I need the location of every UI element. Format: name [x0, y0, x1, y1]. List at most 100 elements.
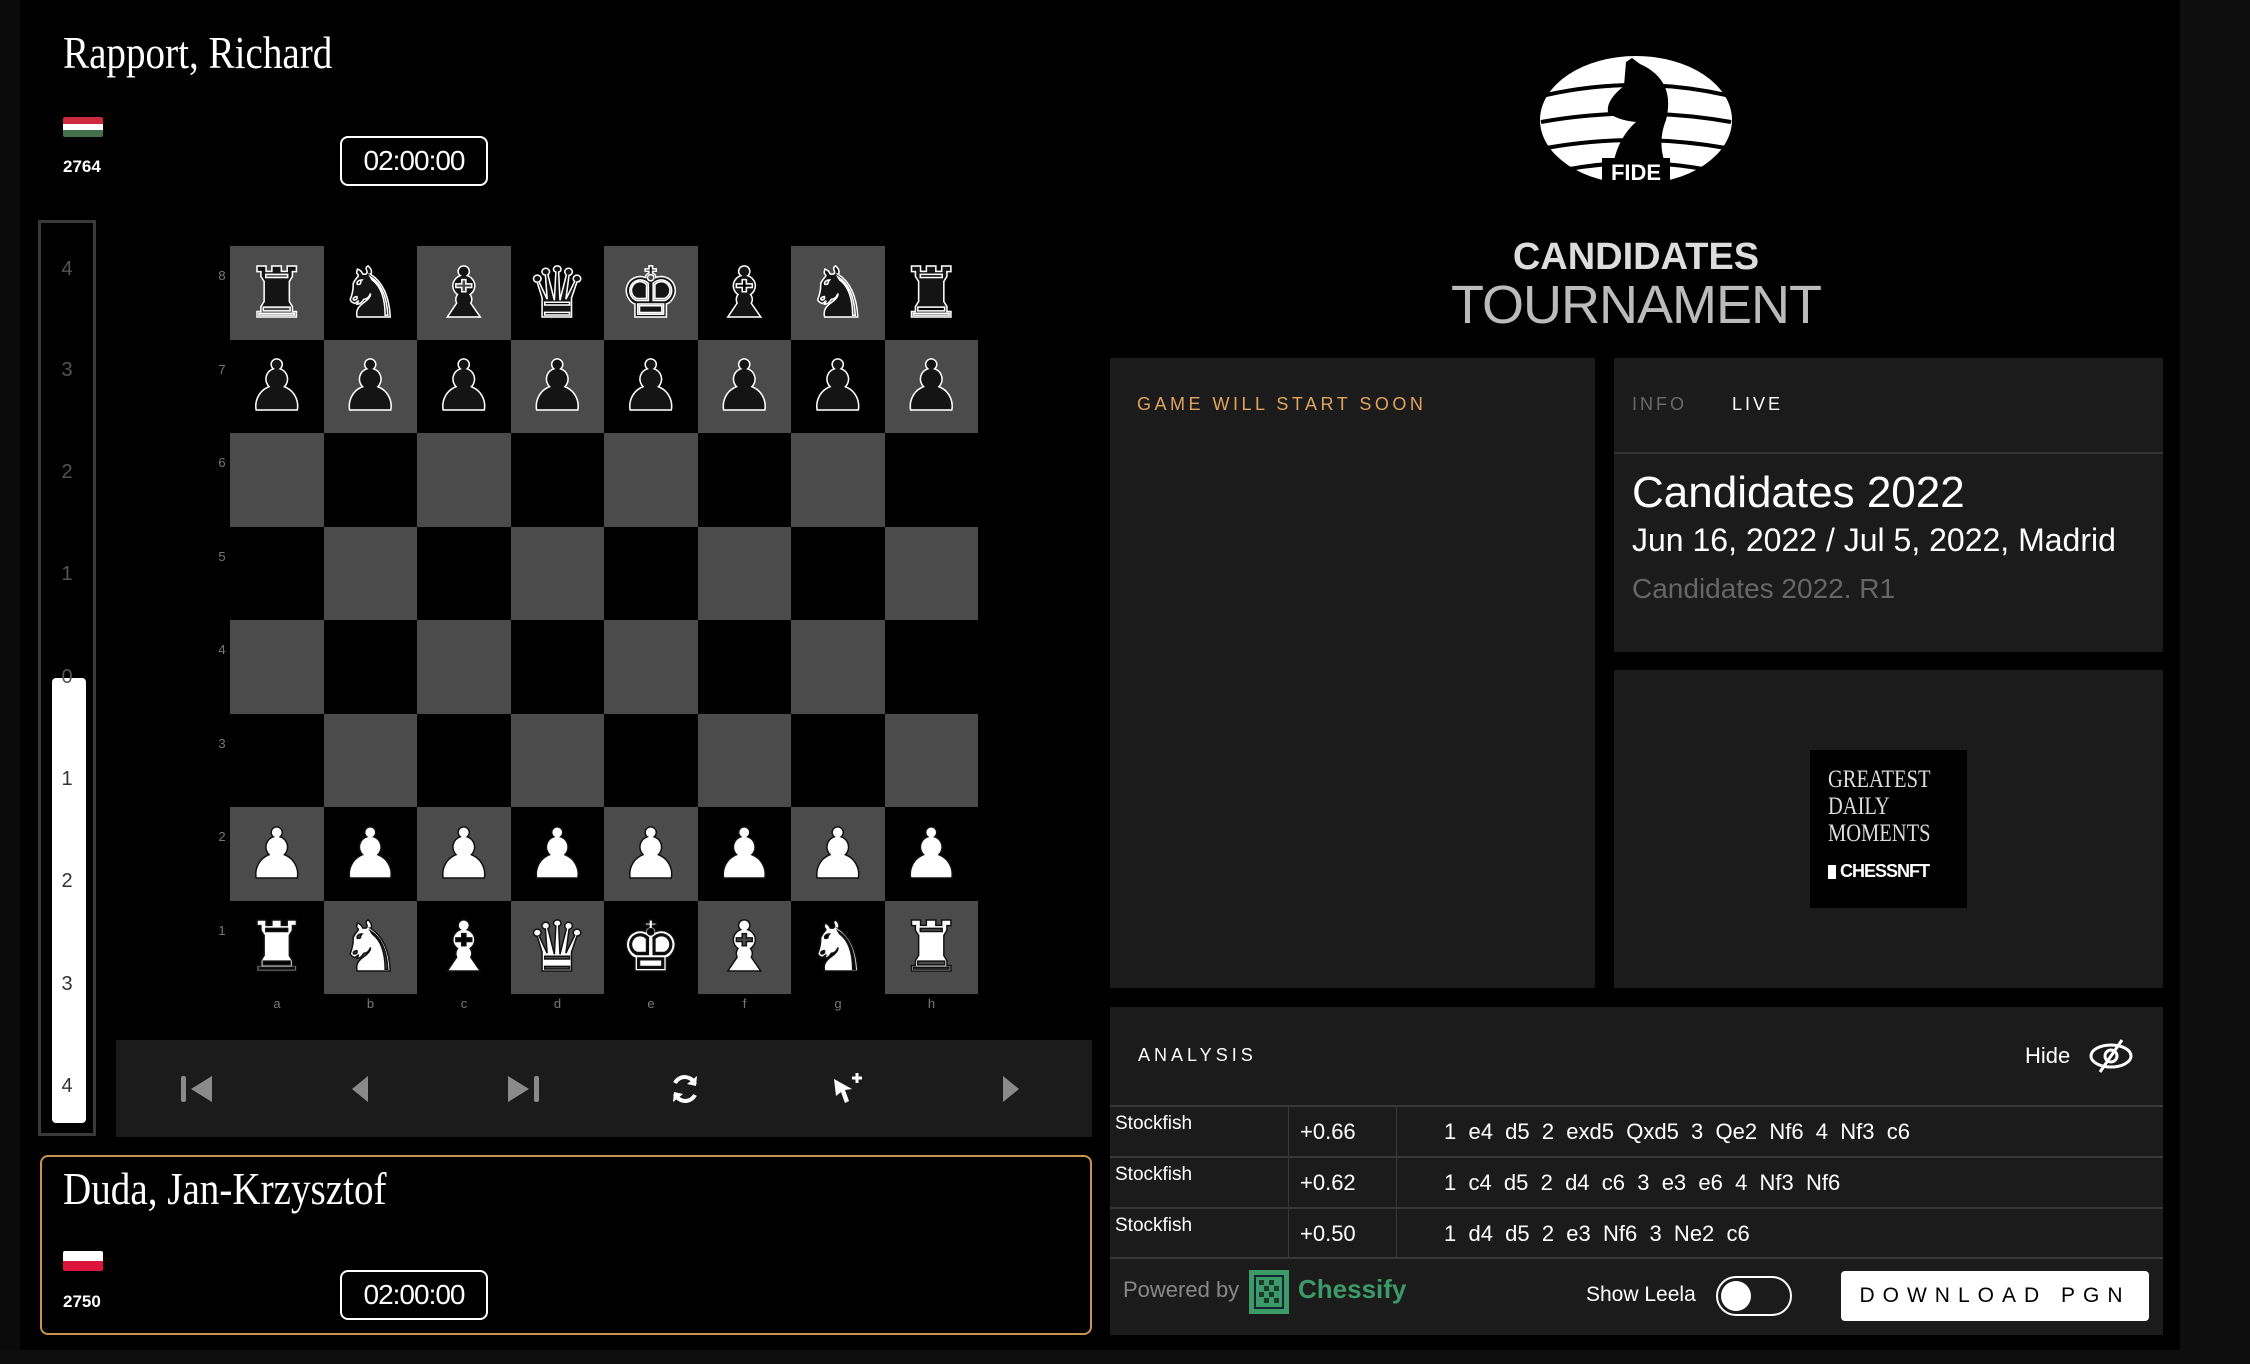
tab-info[interactable]: INFO	[1632, 394, 1687, 415]
square-d5[interactable]	[510, 526, 604, 620]
square-c3[interactable]	[417, 713, 511, 807]
white-rook-icon[interactable]: ♜	[245, 912, 309, 984]
white-rook-icon[interactable]: ♜	[899, 912, 963, 984]
chess-board[interactable]: ♜ ♞ ♝ ♛ ♚ ♝ ♞ ♜ ♟ ♟ ♟ ♟ ♟ ♟ ♟ ♟ ♟ ♟ ♟ ♟ ♟ ♟ ♟ ♟ ♜ ♞ ♝ ♛ ♚ ♝ ♞ ♜	[230, 246, 978, 994]
add-move-button[interactable]	[818, 1059, 878, 1119]
square-c1[interactable]: ♝	[417, 900, 511, 994]
square-c8[interactable]: ♝	[417, 246, 511, 340]
white-pawn-icon[interactable]: ♟	[525, 818, 589, 890]
black-pawn-icon[interactable]: ♟	[432, 351, 496, 423]
square-f5[interactable]	[697, 526, 791, 620]
square-b2[interactable]: ♟	[323, 807, 417, 901]
black-king-icon[interactable]: ♚	[619, 257, 683, 329]
square-f7[interactable]: ♟	[697, 339, 791, 433]
square-g8[interactable]: ♞	[791, 246, 885, 340]
last-move-button[interactable]	[493, 1059, 553, 1119]
square-e3[interactable]	[604, 713, 698, 807]
square-h1[interactable]: ♜	[884, 900, 978, 994]
square-g2[interactable]: ♟	[791, 807, 885, 901]
square-d1[interactable]: ♛	[510, 900, 604, 994]
square-a5[interactable]	[230, 526, 324, 620]
square-a1[interactable]: ♜	[230, 900, 324, 994]
square-b7[interactable]: ♟	[323, 339, 417, 433]
black-pawn-icon[interactable]: ♟	[619, 351, 683, 423]
white-pawn-icon[interactable]: ♟	[619, 818, 683, 890]
show-leela-toggle[interactable]	[1716, 1276, 1792, 1316]
square-f2[interactable]: ♟	[697, 807, 791, 901]
square-d2[interactable]: ♟	[510, 807, 604, 901]
square-d7[interactable]: ♟	[510, 339, 604, 433]
white-pawn-icon[interactable]: ♟	[712, 818, 776, 890]
square-a6[interactable]	[230, 433, 324, 527]
hide-analysis-button[interactable]: Hide	[2025, 1043, 2070, 1069]
square-h4[interactable]	[884, 620, 978, 714]
black-pawn-icon[interactable]: ♟	[712, 351, 776, 423]
square-h3[interactable]	[884, 713, 978, 807]
square-c7[interactable]: ♟	[417, 339, 511, 433]
square-h6[interactable]	[884, 433, 978, 527]
black-knight-icon[interactable]: ♞	[806, 257, 870, 329]
black-rook-icon[interactable]: ♜	[899, 257, 963, 329]
square-b4[interactable]	[323, 620, 417, 714]
square-g4[interactable]	[791, 620, 885, 714]
square-d6[interactable]	[510, 433, 604, 527]
white-king-icon[interactable]: ♚	[619, 912, 683, 984]
square-b5[interactable]	[323, 526, 417, 620]
black-bishop-icon[interactable]: ♝	[712, 257, 776, 329]
white-queen-icon[interactable]: ♛	[525, 912, 589, 984]
chessnft-ad[interactable]: GREATEST DAILY MOMENTS CHESSNFT	[1810, 750, 1967, 908]
square-e8[interactable]: ♚	[604, 246, 698, 340]
previous-move-button[interactable]	[330, 1059, 390, 1119]
square-d4[interactable]	[510, 620, 604, 714]
square-g6[interactable]	[791, 433, 885, 527]
square-b1[interactable]: ♞	[323, 900, 417, 994]
white-pawn-icon[interactable]: ♟	[338, 818, 402, 890]
square-e7[interactable]: ♟	[604, 339, 698, 433]
square-d3[interactable]	[510, 713, 604, 807]
black-pawn-icon[interactable]: ♟	[525, 351, 589, 423]
white-pawn-icon[interactable]: ♟	[899, 818, 963, 890]
white-pawn-icon[interactable]: ♟	[245, 818, 309, 890]
square-b3[interactable]	[323, 713, 417, 807]
eye-off-icon[interactable]	[2088, 1036, 2134, 1076]
white-pawn-icon[interactable]: ♟	[806, 818, 870, 890]
square-a4[interactable]	[230, 620, 324, 714]
square-f3[interactable]	[697, 713, 791, 807]
white-bishop-icon[interactable]: ♝	[432, 912, 496, 984]
square-e2[interactable]: ♟	[604, 807, 698, 901]
black-pawn-icon[interactable]: ♟	[806, 351, 870, 423]
first-move-button[interactable]	[167, 1059, 227, 1119]
square-a3[interactable]	[230, 713, 324, 807]
square-a7[interactable]: ♟	[230, 339, 324, 433]
square-d8[interactable]: ♛	[510, 246, 604, 340]
analysis-line[interactable]: Stockfish +0.66 1 e4 d5 2 exd5 Qxd5 3 Qe…	[1110, 1105, 2163, 1156]
square-g1[interactable]: ♞	[791, 900, 885, 994]
square-h8[interactable]: ♜	[884, 246, 978, 340]
download-pgn-button[interactable]: DOWNLOAD PGN	[1841, 1271, 2149, 1321]
square-h2[interactable]: ♟	[884, 807, 978, 901]
chessify-link[interactable]: Chessify	[1298, 1274, 1406, 1305]
square-c2[interactable]: ♟	[417, 807, 511, 901]
white-knight-icon[interactable]: ♞	[338, 912, 402, 984]
square-b6[interactable]	[323, 433, 417, 527]
square-b8[interactable]: ♞	[323, 246, 417, 340]
square-f4[interactable]	[697, 620, 791, 714]
next-move-button[interactable]	[981, 1059, 1041, 1119]
square-e4[interactable]	[604, 620, 698, 714]
square-f8[interactable]: ♝	[697, 246, 791, 340]
black-rook-icon[interactable]: ♜	[245, 257, 309, 329]
white-bishop-icon[interactable]: ♝	[712, 912, 776, 984]
black-pawn-icon[interactable]: ♟	[338, 351, 402, 423]
square-e1[interactable]: ♚	[604, 900, 698, 994]
square-c5[interactable]	[417, 526, 511, 620]
tab-live[interactable]: LIVE	[1732, 394, 1783, 415]
analysis-line[interactable]: Stockfish +0.50 1 d4 d5 2 e3 Nf6 3 Ne2 c…	[1110, 1207, 2163, 1258]
white-knight-icon[interactable]: ♞	[806, 912, 870, 984]
black-bishop-icon[interactable]: ♝	[432, 257, 496, 329]
square-f1[interactable]: ♝	[697, 900, 791, 994]
square-e5[interactable]	[604, 526, 698, 620]
analysis-line[interactable]: Stockfish +0.62 1 c4 d5 2 d4 c6 3 e3 e6 …	[1110, 1156, 2163, 1207]
white-pawn-icon[interactable]: ♟	[432, 818, 496, 890]
square-g5[interactable]	[791, 526, 885, 620]
square-g7[interactable]: ♟	[791, 339, 885, 433]
